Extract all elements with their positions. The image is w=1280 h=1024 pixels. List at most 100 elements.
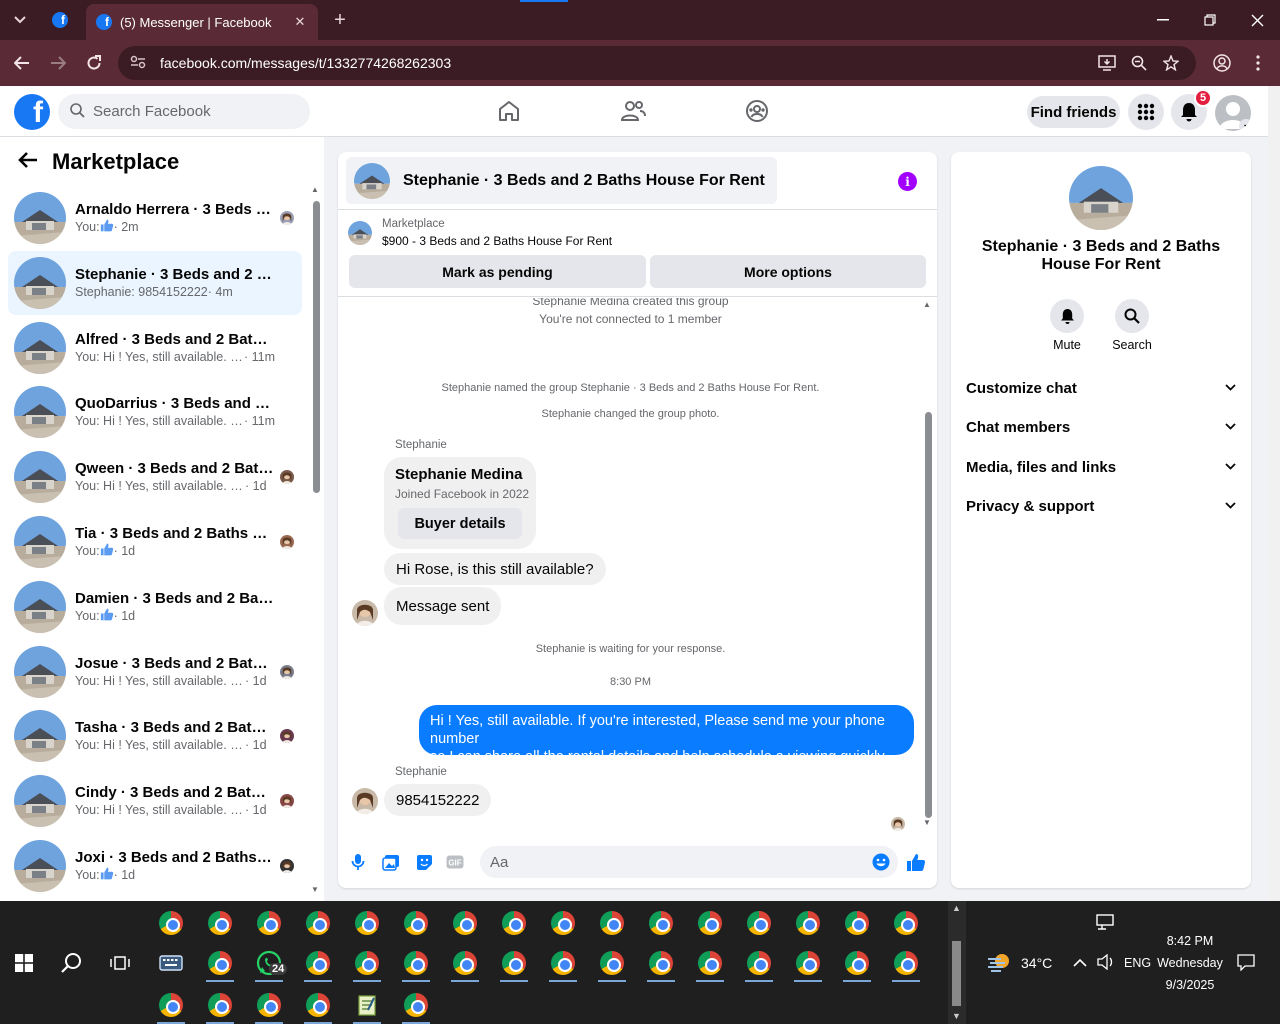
facebook-logo-icon[interactable]: f bbox=[14, 94, 50, 130]
chrome-window-icon[interactable] bbox=[886, 903, 926, 943]
chrome-window-icon[interactable] bbox=[592, 943, 632, 983]
section-media-files-links[interactable]: Media, files and links bbox=[966, 455, 1236, 479]
touch-keyboard-icon[interactable] bbox=[151, 943, 191, 983]
tray-chevron-up-icon[interactable] bbox=[1073, 955, 1087, 970]
search-box[interactable] bbox=[58, 94, 310, 129]
active-tab[interactable]: f (5) Messenger | Facebook ✕ bbox=[86, 4, 318, 40]
sticker-icon[interactable] bbox=[413, 851, 435, 873]
notepad-icon[interactable] bbox=[347, 985, 387, 1024]
conversation-item[interactable]: Stephanie · 3 Beds and 2 Baths House For… bbox=[8, 250, 302, 315]
thumbs-up-icon[interactable] bbox=[905, 851, 927, 873]
conversation-list-scrollbar[interactable]: ▲ ▼ bbox=[310, 185, 322, 897]
sender-avatar[interactable] bbox=[352, 788, 378, 814]
section-chat-members[interactable]: Chat members bbox=[966, 415, 1236, 439]
search-in-chat-button[interactable]: Search bbox=[1102, 299, 1162, 352]
chrome-window-icon[interactable] bbox=[641, 943, 681, 983]
install-app-icon[interactable] bbox=[1096, 52, 1118, 74]
message-input[interactable] bbox=[490, 853, 860, 871]
chrome-window-icon[interactable] bbox=[592, 903, 632, 943]
chrome-window-icon[interactable] bbox=[445, 903, 485, 943]
windows-start-icon[interactable] bbox=[4, 943, 44, 983]
chrome-window-icon[interactable] bbox=[494, 943, 534, 983]
chrome-window-icon[interactable] bbox=[151, 985, 191, 1024]
conversation-item[interactable]: Tia · 3 Beds and 2 Baths House For RentY… bbox=[8, 510, 302, 574]
conversation-item[interactable]: Alfred · 3 Beds and 2 Baths House For Re… bbox=[8, 316, 302, 380]
chrome-window-icon[interactable] bbox=[445, 943, 485, 983]
chrome-window-icon[interactable] bbox=[249, 903, 289, 943]
conversation-item[interactable]: Arnaldo Herrera · 3 Beds and 2 Baths Hou… bbox=[8, 186, 302, 250]
home-icon[interactable] bbox=[494, 96, 524, 126]
chrome-window-icon[interactable] bbox=[690, 943, 730, 983]
profile-icon[interactable] bbox=[1208, 49, 1236, 77]
chrome-window-icon[interactable] bbox=[886, 943, 926, 983]
menu-grid-icon[interactable] bbox=[1128, 94, 1164, 130]
conversation-item[interactable]: Damien · 3 Beds and 2 Baths House For Re… bbox=[8, 575, 302, 639]
photo-attach-icon[interactable] bbox=[380, 851, 402, 873]
chrome-window-icon[interactable] bbox=[641, 903, 681, 943]
chrome-window-icon[interactable] bbox=[396, 985, 436, 1024]
sender-avatar[interactable] bbox=[352, 600, 378, 626]
chrome-window-icon[interactable] bbox=[200, 985, 240, 1024]
conversation-item[interactable]: Joxi · 3 Beds and 2 Baths House For Rent… bbox=[8, 834, 302, 898]
chrome-window-icon[interactable] bbox=[494, 903, 534, 943]
microphone-icon[interactable] bbox=[347, 851, 369, 873]
chrome-window-icon[interactable] bbox=[788, 943, 828, 983]
incoming-message[interactable]: Message sent bbox=[384, 587, 502, 625]
chat-scrollbar[interactable]: ▲ ▼ bbox=[922, 300, 934, 830]
zoom-icon[interactable] bbox=[1128, 52, 1150, 74]
group-photo-large[interactable] bbox=[1069, 166, 1133, 230]
chrome-window-icon[interactable] bbox=[788, 903, 828, 943]
buyer-details-button[interactable]: Buyer details bbox=[398, 508, 522, 539]
forward-arrow-icon[interactable] bbox=[44, 49, 72, 77]
emoji-icon[interactable] bbox=[872, 853, 890, 871]
kebab-menu-icon[interactable] bbox=[1244, 49, 1272, 77]
incoming-message[interactable]: Hi Rose, is this still available? bbox=[384, 553, 606, 585]
whatsapp-icon[interactable]: 24 bbox=[249, 943, 289, 983]
gif-icon[interactable]: GIF bbox=[444, 851, 466, 873]
tab-close-icon[interactable]: ✕ bbox=[292, 14, 308, 30]
friends-icon[interactable] bbox=[618, 96, 648, 126]
site-settings-icon[interactable] bbox=[130, 55, 146, 72]
chrome-window-icon[interactable] bbox=[151, 903, 191, 943]
clock-day[interactable]: Wednesday bbox=[1156, 956, 1224, 970]
weather-icon[interactable] bbox=[987, 951, 1013, 976]
incoming-message[interactable]: 9854152222 bbox=[384, 784, 492, 816]
outgoing-message[interactable]: Hi ! Yes, still available. If you're int… bbox=[419, 705, 914, 783]
info-icon[interactable]: i bbox=[898, 172, 917, 191]
volume-icon[interactable] bbox=[1097, 953, 1115, 973]
message-composer[interactable] bbox=[480, 846, 898, 878]
chrome-window-icon[interactable] bbox=[347, 903, 387, 943]
chrome-window-icon[interactable] bbox=[739, 943, 779, 983]
notifications-icon[interactable] bbox=[1237, 954, 1255, 974]
restore-icon[interactable] bbox=[1187, 0, 1233, 40]
new-tab-plus-icon[interactable]: + bbox=[326, 6, 354, 34]
language-indicator[interactable]: ENG bbox=[1124, 956, 1151, 970]
chrome-window-icon[interactable] bbox=[396, 943, 436, 983]
back-arrow-icon[interactable] bbox=[18, 149, 38, 175]
section-customize-chat[interactable]: Customize chat bbox=[966, 376, 1236, 400]
account-avatar[interactable]: ▾ bbox=[1215, 95, 1251, 131]
chrome-window-icon[interactable] bbox=[298, 903, 338, 943]
chrome-window-icon[interactable] bbox=[298, 943, 338, 983]
listing-summary[interactable]: Marketplace $900 - 3 Beds and 2 Baths Ho… bbox=[348, 216, 612, 250]
chrome-window-icon[interactable] bbox=[543, 903, 583, 943]
back-arrow-icon[interactable] bbox=[8, 49, 36, 77]
taskbar-overflow-scrollbar[interactable]: ▲ ▼ bbox=[948, 901, 966, 1024]
chrome-window-icon[interactable] bbox=[249, 985, 289, 1024]
action-center-icon[interactable] bbox=[1095, 913, 1115, 934]
chrome-window-icon[interactable] bbox=[543, 943, 583, 983]
conversation-item[interactable]: Cindy · 3 Beds and 2 Baths House For Ren… bbox=[8, 769, 302, 833]
chrome-window-icon[interactable] bbox=[837, 903, 877, 943]
close-window-icon[interactable] bbox=[1234, 0, 1280, 40]
section-privacy-support[interactable]: Privacy & support bbox=[966, 494, 1236, 518]
reload-icon[interactable] bbox=[80, 49, 108, 77]
chrome-window-icon[interactable] bbox=[347, 943, 387, 983]
taskbar-search-icon[interactable] bbox=[52, 943, 92, 983]
chat-header[interactable]: Stephanie · 3 Beds and 2 Baths House For… bbox=[346, 157, 777, 204]
find-friends-button[interactable]: Find friends bbox=[1027, 96, 1120, 128]
conversation-item[interactable]: Qween · 3 Beds and 2 Baths House For Ren… bbox=[8, 445, 302, 509]
conversation-item[interactable]: Tasha · 3 Beds and 2 Baths House For Ren… bbox=[8, 704, 302, 768]
tab-search-chevron-icon[interactable] bbox=[6, 6, 34, 34]
search-input[interactable] bbox=[93, 103, 283, 120]
conversation-item[interactable]: QuoDarrius · 3 Beds and 2 Baths House Fo… bbox=[8, 380, 302, 444]
